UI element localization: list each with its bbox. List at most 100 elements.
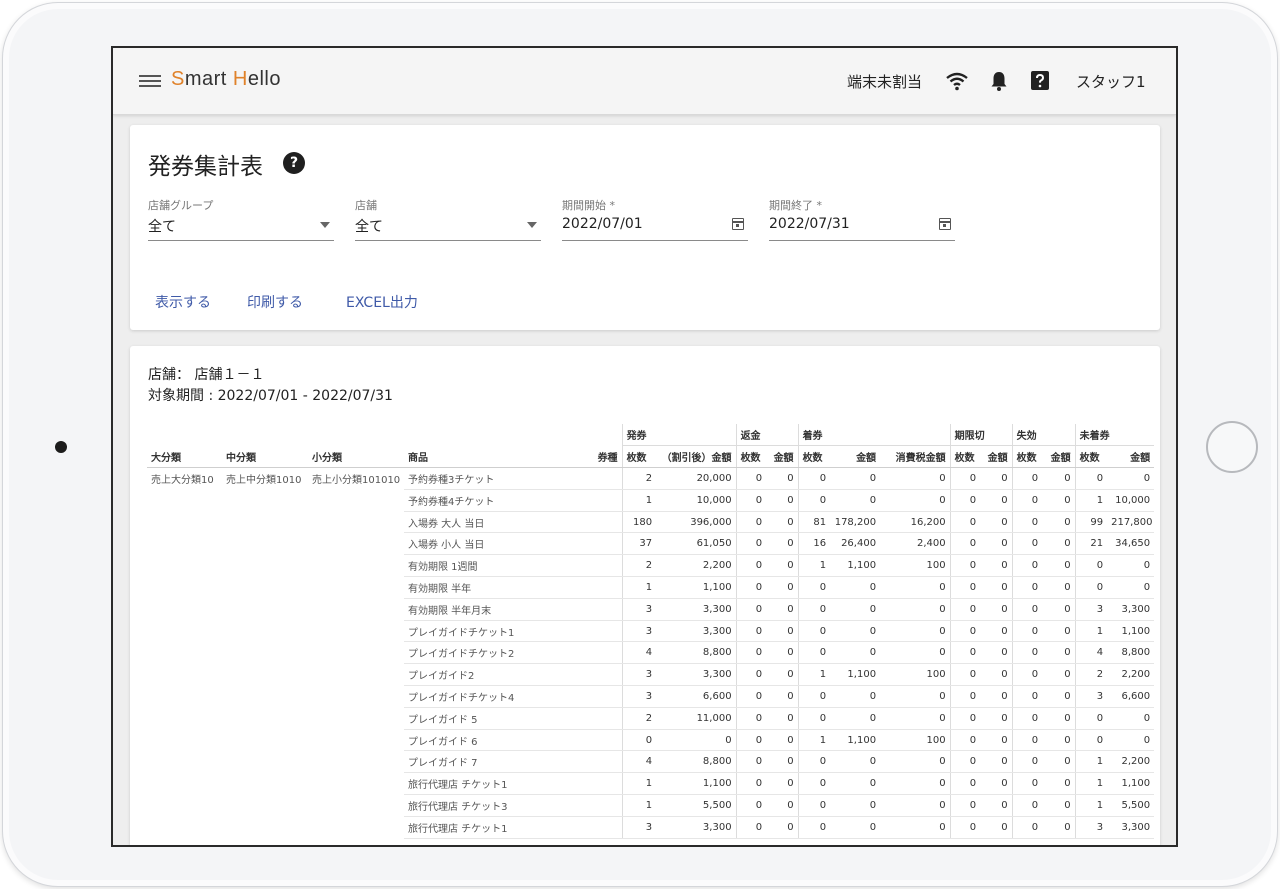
store-select[interactable]: 店舗 全て: [355, 197, 541, 241]
cell-lapsed-count: 0: [1011, 816, 1043, 839]
report-card: 店舗： 店舗１－１ 対象期間 : 2022/07/01 - 2022/07/31…: [130, 346, 1160, 845]
show-button[interactable]: 表示する: [155, 292, 211, 312]
wifi-icon[interactable]: [945, 69, 969, 93]
cell-expired-count: 0: [949, 772, 981, 796]
cell-not-arrived-amount: 217,800: [1107, 511, 1155, 534]
cell-product: プレイガイドチケット1: [404, 620, 592, 643]
cell-expired-count: 0: [949, 489, 981, 512]
cell-issued-count: 180: [621, 511, 657, 534]
col-refund-count: 枚数: [735, 445, 767, 469]
cell-refund-amount: 0: [766, 598, 799, 621]
cell-small-category: [308, 686, 404, 708]
period-start-value: 2022/07/01: [562, 216, 643, 232]
terminal-status: 端末未割当: [847, 73, 923, 91]
cell-arrived-tax: 0: [880, 489, 951, 512]
cell-lapsed-count: 0: [1011, 685, 1043, 708]
cell-arrived-tax: 0: [880, 576, 951, 599]
cell-lapsed-amount: 0: [1042, 816, 1076, 839]
cell-expired-amount: 0: [980, 576, 1013, 599]
cell-refund-amount: 0: [766, 707, 799, 730]
cell-not-arrived-count: 0: [1074, 707, 1108, 730]
cell-lapsed-count: 0: [1011, 750, 1043, 774]
cell-product: 旅行代理店 チケット1: [404, 772, 592, 796]
cell-issued-amount: 1,100: [656, 772, 737, 796]
group-header-row: 発券 返金 着券 期限切 失効 未着券: [147, 424, 1155, 447]
front-camera: [55, 441, 67, 453]
cell-middle-category: [222, 686, 308, 708]
cell-lapsed-amount: 0: [1042, 620, 1076, 643]
cell-not-arrived-amount: 0: [1107, 554, 1155, 578]
cell-issued-amount: 0: [656, 729, 737, 752]
excel-export-button[interactable]: EXCEL出力: [346, 292, 418, 312]
cell-refund-amount: 0: [766, 576, 799, 599]
cell-small-category: [308, 598, 404, 620]
cell-expired-amount: 0: [980, 663, 1013, 687]
cell-not-arrived-count: 4: [1074, 641, 1108, 665]
bell-icon[interactable]: [987, 69, 1011, 93]
cell-product: プレイガイドチケット2: [404, 641, 592, 665]
period-end-field[interactable]: 期間終了 * 2022/07/31: [769, 197, 955, 241]
cell-arrived-amount: 0: [830, 598, 881, 621]
cell-product: 有効期限 半年: [404, 576, 592, 599]
table-row: 有効期限 半年 1 1,100 0 0 0 0 0 0 0 0 0 0 0: [147, 576, 1155, 599]
page-help-icon[interactable]: ?: [283, 152, 305, 174]
cell-issued-amount: 5,500: [656, 794, 737, 817]
print-button[interactable]: 印刷する: [247, 292, 303, 312]
cell-issued-count: 1: [621, 772, 657, 796]
menu-icon[interactable]: [139, 72, 161, 90]
cell-issued-amount: 8,800: [656, 750, 737, 774]
period-start-field[interactable]: 期間開始 * 2022/07/01: [562, 197, 748, 241]
cell-lapsed-count: 0: [1011, 663, 1043, 687]
cell-issued-amount: 20,000: [656, 467, 737, 490]
cell-issued-amount: 6,600: [656, 685, 737, 708]
calendar-icon[interactable]: [939, 218, 951, 230]
cell-expired-amount: 0: [980, 554, 1013, 578]
store-group-select[interactable]: 店舗グループ 全て: [148, 197, 334, 241]
cell-issued-count: 3: [621, 598, 657, 621]
cell-refund-count: 0: [735, 707, 767, 730]
cell-refund-count: 0: [735, 641, 767, 665]
cell-expired-amount: 0: [980, 794, 1013, 817]
home-button[interactable]: [1206, 421, 1258, 473]
calendar-icon[interactable]: [732, 218, 744, 230]
cell-issued-amount: 3,300: [656, 620, 737, 643]
help-icon[interactable]: [1028, 69, 1052, 93]
cell-issued-count: 0: [621, 729, 657, 752]
cell-not-arrived-amount: 8,800: [1107, 641, 1155, 665]
cell-ticket-type: [592, 816, 623, 839]
cell-not-arrived-amount: 2,200: [1107, 750, 1155, 774]
cell-issued-count: 1: [621, 794, 657, 817]
cell-refund-count: 0: [735, 554, 767, 578]
cell-arrived-count: 0: [797, 794, 831, 817]
cell-expired-amount: 0: [980, 620, 1013, 643]
table-row: プレイガイドチケット1 3 3,300 0 0 0 0 0 0 0 0 0 1 1,100: [147, 620, 1155, 643]
cell-expired-amount: 0: [980, 532, 1013, 556]
cell-refund-count: 0: [735, 598, 767, 621]
cell-issued-amount: 8,800: [656, 641, 737, 665]
cell-issued-amount: 3,300: [656, 598, 737, 621]
cell-issued-amount: 11,000: [656, 707, 737, 730]
col-small-category: 小分類: [308, 445, 404, 469]
store-group-value: 全て: [148, 219, 176, 235]
cell-refund-count: 0: [735, 685, 767, 708]
cell-arrived-count: 0: [797, 772, 831, 796]
cell-expired-count: 0: [949, 511, 981, 534]
cell-issued-amount: 1,100: [656, 576, 737, 599]
cell-arrived-amount: 0: [830, 794, 881, 817]
cell-not-arrived-count: 99: [1074, 511, 1108, 534]
current-user[interactable]: スタッフ1: [1076, 71, 1146, 92]
cell-lapsed-count: 0: [1011, 554, 1043, 578]
cell-lapsed-count: 0: [1011, 489, 1043, 512]
cell-expired-amount: 0: [980, 750, 1013, 774]
col-issued-count: 枚数: [621, 445, 657, 469]
cell-not-arrived-count: 0: [1074, 576, 1108, 599]
cell-lapsed-amount: 0: [1042, 532, 1076, 556]
dropdown-icon: [320, 222, 330, 228]
cell-refund-amount: 0: [766, 794, 799, 817]
cell-arrived-amount: 178,200: [830, 511, 881, 534]
cell-large-category: [147, 686, 222, 708]
cell-lapsed-amount: 0: [1042, 641, 1076, 665]
cell-small-category: [308, 707, 404, 729]
cell-arrived-tax: 2,400: [880, 532, 951, 556]
cell-issued-count: 2: [621, 467, 657, 490]
